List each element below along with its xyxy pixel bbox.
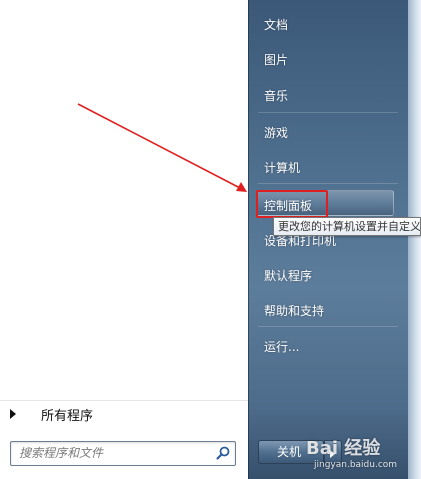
menu-item-help-support[interactable]: 帮助和支持 bbox=[264, 302, 324, 319]
menu-item-control-panel[interactable]: 控制面板 bbox=[264, 197, 312, 214]
search-box[interactable] bbox=[10, 441, 236, 466]
menu-item-default-programs[interactable]: 默认程序 bbox=[264, 267, 312, 284]
menu-separator bbox=[258, 326, 398, 327]
all-programs-label: 所有程序 bbox=[41, 408, 94, 424]
start-menu-right-pane: 文档 图片 音乐 游戏 计算机 控制面板 设备和打印机 默认程序 帮助和支持 运… bbox=[248, 0, 408, 479]
menu-item-computer[interactable]: 计算机 bbox=[264, 159, 300, 176]
menu-item-games[interactable]: 游戏 bbox=[264, 124, 288, 141]
menu-item-documents[interactable]: 文档 bbox=[264, 16, 288, 33]
window-edge bbox=[408, 0, 421, 479]
control-panel-tooltip: 更改您的计算机设置并自定义其功能。 bbox=[273, 217, 421, 236]
menu-separator bbox=[258, 183, 398, 184]
triangle-right-icon bbox=[10, 409, 16, 419]
menu-item-music[interactable]: 音乐 bbox=[264, 87, 288, 104]
magnifier-icon[interactable] bbox=[215, 445, 231, 461]
menu-separator bbox=[258, 112, 398, 113]
search-input[interactable] bbox=[19, 444, 209, 462]
shutdown-button[interactable]: 关机 bbox=[258, 440, 324, 464]
shutdown-options-arrow-icon[interactable] bbox=[324, 440, 342, 464]
menu-item-pictures[interactable]: 图片 bbox=[264, 51, 288, 68]
menu-item-run[interactable]: 运行... bbox=[264, 338, 299, 355]
all-programs-button[interactable]: 所有程序 bbox=[0, 400, 248, 427]
start-menu-left-pane: 所有程序 bbox=[0, 0, 248, 479]
